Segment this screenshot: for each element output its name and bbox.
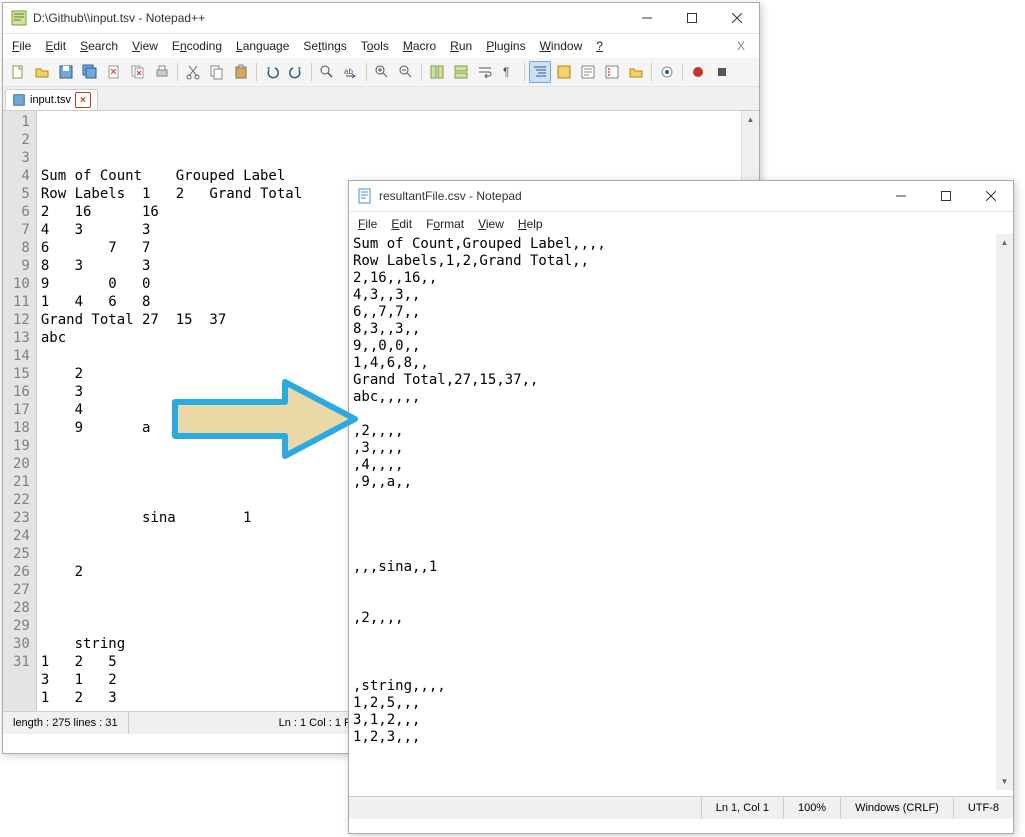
find-icon[interactable] bbox=[316, 61, 338, 83]
print-icon[interactable] bbox=[151, 61, 173, 83]
svg-text:¶: ¶ bbox=[503, 65, 509, 79]
np-minimize-button[interactable] bbox=[878, 181, 923, 211]
np-scroll-down-icon[interactable]: ▼ bbox=[996, 773, 1013, 790]
menu-macro[interactable]: Macro bbox=[398, 36, 441, 56]
npp-titlebar[interactable]: D:\Github\\input.tsv - Notepad++ bbox=[3, 3, 759, 34]
wrap-icon[interactable] bbox=[474, 61, 496, 83]
npp-tabbar: input.tsv × bbox=[3, 87, 759, 111]
menu-search[interactable]: Search bbox=[75, 36, 123, 56]
npp-menubar-close-button[interactable]: X bbox=[732, 36, 755, 56]
indent-guide-icon[interactable] bbox=[529, 61, 551, 83]
zoom-out-icon[interactable] bbox=[395, 61, 417, 83]
replace-icon[interactable]: ab bbox=[340, 61, 362, 83]
tab-input-tsv[interactable]: input.tsv × bbox=[5, 89, 98, 110]
menu-edit[interactable]: Edit bbox=[40, 36, 71, 56]
show-all-chars-icon[interactable]: ¶ bbox=[498, 61, 520, 83]
np-titlebar[interactable]: resultantFile.csv - Notepad bbox=[349, 181, 1013, 212]
doc-map-icon[interactable] bbox=[577, 61, 599, 83]
np-statusbar: Ln 1, Col 1 100% Windows (CRLF) UTF-8 bbox=[349, 796, 1013, 819]
npp-line-gutter: 1234567891011121314151617181920212223242… bbox=[3, 111, 37, 711]
npp-status-length: length : 275 lines : 31 bbox=[3, 712, 129, 734]
np-status-pos: Ln 1, Col 1 bbox=[701, 797, 783, 819]
tab-close-icon[interactable]: × bbox=[75, 92, 91, 108]
np-menu-edit[interactable]: Edit bbox=[386, 214, 417, 234]
np-vertical-scrollbar[interactable]: ▲ ▼ bbox=[996, 234, 1013, 790]
np-status-zoom: 100% bbox=[783, 797, 840, 819]
menu-view[interactable]: View bbox=[127, 36, 163, 56]
npp-close-button[interactable] bbox=[714, 3, 759, 33]
redo-icon[interactable] bbox=[285, 61, 307, 83]
np-maximize-button[interactable] bbox=[923, 181, 968, 211]
zoom-in-icon[interactable] bbox=[371, 61, 393, 83]
npp-toolbar: ab ¶ bbox=[3, 58, 759, 87]
func-list-icon[interactable] bbox=[601, 61, 623, 83]
menu-window[interactable]: Window bbox=[535, 36, 588, 56]
np-scroll-up-icon[interactable]: ▲ bbox=[996, 234, 1013, 251]
new-file-icon[interactable] bbox=[7, 61, 29, 83]
scroll-up-icon[interactable]: ▲ bbox=[742, 111, 759, 128]
tab-label: input.tsv bbox=[30, 94, 71, 106]
menu-language[interactable]: Language bbox=[231, 36, 294, 56]
close-file-icon[interactable] bbox=[103, 61, 125, 83]
copy-icon[interactable] bbox=[206, 61, 228, 83]
np-menu-view[interactable]: View bbox=[473, 214, 509, 234]
np-status-eol: Windows (CRLF) bbox=[840, 797, 953, 819]
sync-h-icon[interactable] bbox=[450, 61, 472, 83]
menu-run[interactable]: Run bbox=[445, 36, 477, 56]
stop-macro-icon[interactable] bbox=[711, 61, 733, 83]
npp-window-title: D:\Github\\input.tsv - Notepad++ bbox=[33, 11, 624, 25]
close-all-icon[interactable] bbox=[127, 61, 149, 83]
np-menu-format[interactable]: Format bbox=[421, 214, 469, 234]
notepad-app-icon bbox=[357, 188, 373, 204]
npp-minimize-button[interactable] bbox=[624, 3, 669, 33]
menu-settings[interactable]: Settings bbox=[298, 36, 351, 56]
np-window-title: resultantFile.csv - Notepad bbox=[379, 189, 878, 203]
npp-maximize-button[interactable] bbox=[669, 3, 714, 33]
user-lang-icon[interactable] bbox=[553, 61, 575, 83]
svg-text:ab: ab bbox=[344, 67, 353, 76]
undo-icon[interactable] bbox=[261, 61, 283, 83]
cut-icon[interactable] bbox=[182, 61, 204, 83]
notepad-window: resultantFile.csv - Notepad File Edit Fo… bbox=[348, 180, 1014, 834]
menu-encoding[interactable]: Encoding bbox=[167, 36, 227, 56]
np-status-enc: UTF-8 bbox=[953, 797, 1013, 819]
current-line-highlight bbox=[37, 113, 759, 131]
menu-plugins[interactable]: Plugins bbox=[481, 36, 530, 56]
save-all-icon[interactable] bbox=[79, 61, 101, 83]
menu-tools[interactable]: Tools bbox=[356, 36, 394, 56]
np-close-button[interactable] bbox=[968, 181, 1013, 211]
save-icon[interactable] bbox=[55, 61, 77, 83]
menu-help[interactable]: ? bbox=[591, 36, 608, 56]
paste-icon[interactable] bbox=[230, 61, 252, 83]
folder-workspace-icon[interactable] bbox=[625, 61, 647, 83]
arrow-graphic bbox=[170, 378, 360, 460]
file-tab-icon bbox=[12, 93, 26, 107]
menu-file[interactable]: File bbox=[7, 36, 36, 56]
np-menu-help[interactable]: Help bbox=[513, 214, 548, 234]
sync-v-icon[interactable] bbox=[426, 61, 448, 83]
np-menu-file[interactable]: File bbox=[353, 214, 382, 234]
record-macro-icon[interactable] bbox=[687, 61, 709, 83]
np-text-area[interactable]: Sum of Count,Grouped Label,,,, Row Label… bbox=[349, 236, 1013, 796]
monitor-icon[interactable] bbox=[656, 61, 678, 83]
notepadpp-app-icon bbox=[11, 10, 27, 26]
np-menubar: File Edit Format View Help bbox=[349, 212, 1013, 236]
open-file-icon[interactable] bbox=[31, 61, 53, 83]
npp-menubar: File Edit Search View Encoding Language … bbox=[3, 34, 759, 58]
